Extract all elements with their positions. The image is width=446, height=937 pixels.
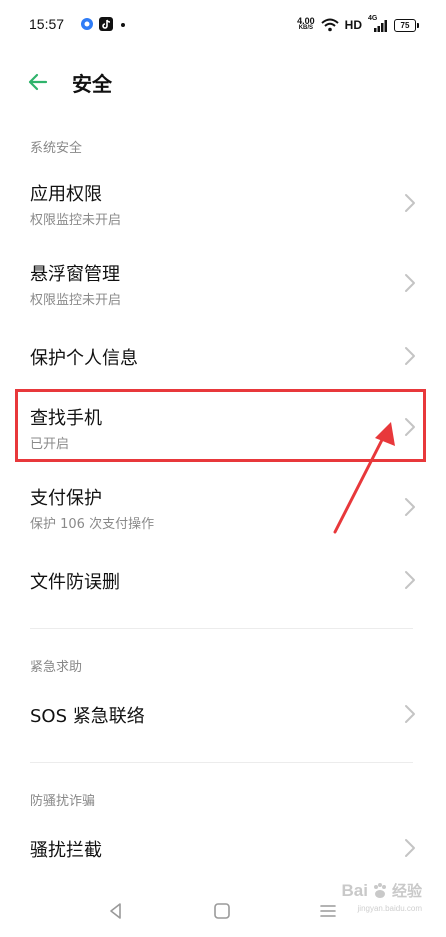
cellular-signal: 4G [368, 15, 388, 33]
annotation-arrow-icon [333, 422, 395, 534]
status-bar: 15:57 4.00 KB/S HD 4G 75 [0, 0, 446, 50]
item-subtitle: 保护 106 次支付操作 [30, 517, 155, 532]
list-item-personal-info[interactable]: 保护个人信息 [0, 328, 446, 384]
chevron-right-icon [405, 347, 415, 365]
item-title: 悬浮窗管理 [30, 264, 120, 285]
section-divider [30, 762, 413, 763]
battery-level: 75 [400, 20, 410, 30]
status-right-group: 4.00 KB/S HD 4G 75 [297, 15, 419, 35]
item-title: 保护个人信息 [30, 348, 138, 369]
chevron-right-icon [405, 194, 415, 212]
watermark-url: jingyan.baidu.com [357, 904, 422, 913]
network-speed: 4.00 KB/S [297, 16, 315, 32]
network-speed-unit: KB/S [298, 25, 314, 31]
chevron-right-icon [405, 571, 415, 589]
hd-label: HD [344, 18, 362, 32]
item-title: 文件防误删 [30, 572, 120, 593]
list-item-file-protection[interactable]: 文件防误删 [0, 552, 446, 608]
nav-home-icon[interactable] [212, 901, 232, 921]
more-notifications-dot [121, 23, 125, 27]
chevron-right-icon [405, 705, 415, 723]
baidu-paw-icon [373, 882, 386, 898]
chevron-right-icon [405, 498, 415, 516]
signal-bars-icon [374, 20, 387, 32]
section-label-emergency: 紧急求助 [30, 660, 83, 675]
item-title: 应用权限 [30, 184, 102, 205]
chevron-right-icon [405, 839, 415, 857]
item-subtitle: 权限监控未开启 [30, 293, 122, 308]
page-title: 安全 [72, 72, 112, 96]
list-item-harassment-block[interactable]: 骚扰拦截 [0, 820, 446, 876]
app-notification-icon [81, 18, 93, 30]
section-divider [30, 628, 413, 629]
watermark-brand-en: Bai [341, 880, 368, 900]
section-label-system-security: 系统安全 [30, 141, 83, 156]
item-subtitle: 权限监控未开启 [30, 213, 122, 228]
nav-menu-icon[interactable] [318, 901, 338, 921]
section-label-anti-harassment: 防骚扰诈骗 [30, 794, 96, 809]
item-title: 骚扰拦截 [30, 840, 102, 861]
network-speed-value: 4.00 [297, 16, 315, 26]
wifi-icon [320, 18, 339, 32]
list-item-floating-window[interactable]: 悬浮窗管理 权限监控未开启 [0, 248, 446, 318]
list-item-app-permissions[interactable]: 应用权限 权限监控未开启 [0, 168, 446, 238]
list-item-sos-contacts[interactable]: SOS 紧急联络 [0, 686, 446, 742]
tiktok-icon [99, 17, 113, 31]
back-arrow-icon[interactable] [24, 68, 52, 96]
page-header: 安全 [0, 58, 446, 106]
item-title: 支付保护 [30, 488, 102, 509]
baidu-watermark: Bai 经验 jingyan.baidu.com [341, 880, 422, 914]
status-time: 15:57 [29, 16, 65, 32]
nav-back-icon[interactable] [106, 901, 126, 921]
watermark-brand-cn: 经验 [391, 882, 422, 900]
battery-icon: 75 [394, 18, 419, 32]
item-title: SOS 紧急联络 [30, 706, 145, 727]
chevron-right-icon [405, 274, 415, 292]
